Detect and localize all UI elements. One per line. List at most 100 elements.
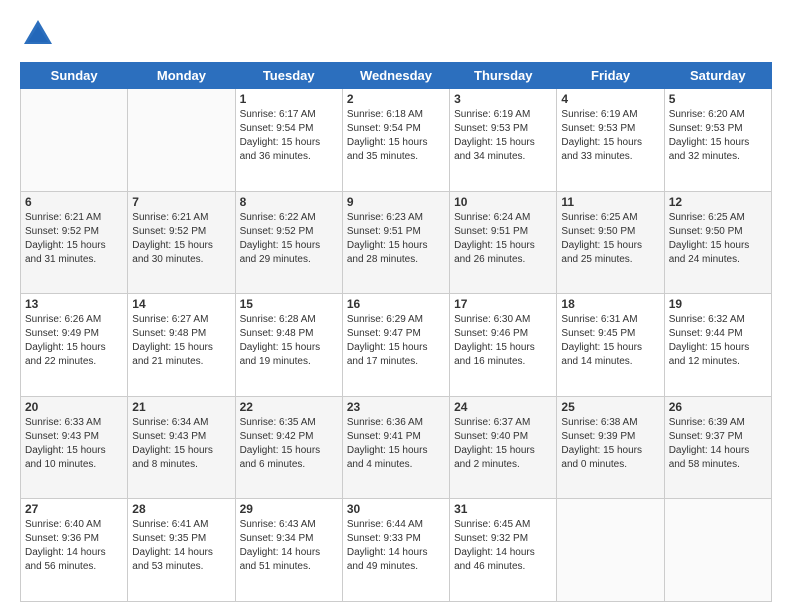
page: SundayMondayTuesdayWednesdayThursdayFrid… — [0, 0, 792, 612]
weekday-monday: Monday — [128, 63, 235, 89]
calendar-cell: 2 Sunrise: 6:18 AM Sunset: 9:54 PM Daylig… — [342, 89, 449, 192]
calendar-cell: 4 Sunrise: 6:19 AM Sunset: 9:53 PM Daylig… — [557, 89, 664, 192]
calendar-cell: 22 Sunrise: 6:35 AM Sunset: 9:42 PM Dayli… — [235, 396, 342, 499]
day-number: 5 — [669, 92, 767, 106]
day-info: Sunrise: 6:21 AM Sunset: 9:52 PM Dayligh… — [25, 211, 123, 267]
calendar-cell: 21 Sunrise: 6:34 AM Sunset: 9:43 PM Dayli… — [128, 396, 235, 499]
calendar-cell — [128, 89, 235, 192]
day-info: Sunrise: 6:24 AM Sunset: 9:51 PM Dayligh… — [454, 211, 552, 267]
calendar-cell: 16 Sunrise: 6:29 AM Sunset: 9:47 PM Dayli… — [342, 294, 449, 397]
calendar-cell: 14Sunrise: 6:27 AM Sunset: 9:48 PM Dayli… — [128, 294, 235, 397]
day-number: 2 — [347, 92, 445, 106]
calendar-week-1: 1 Sunrise: 6:17 AM Sunset: 9:54 PM Daylig… — [21, 89, 772, 192]
calendar-cell — [557, 499, 664, 602]
day-info: Sunrise: 6:32 AM Sunset: 9:44 PM Dayligh… — [669, 313, 767, 369]
day-info: Sunrise: 6:40 AM Sunset: 9:36 PM Dayligh… — [25, 518, 123, 574]
weekday-sunday: Sunday — [21, 63, 128, 89]
calendar-cell: 29 Sunrise: 6:43 AM Sunset: 9:34 PM Dayli… — [235, 499, 342, 602]
day-number: 31 — [454, 502, 552, 516]
calendar-cell: 3 Sunrise: 6:19 AM Sunset: 9:53 PM Daylig… — [450, 89, 557, 192]
day-info: Sunrise: 6:33 AM Sunset: 9:43 PM Dayligh… — [25, 416, 123, 472]
day-info: Sunrise: 6:38 AM Sunset: 9:39 PM Dayligh… — [561, 416, 659, 472]
day-info: Sunrise: 6:22 AM Sunset: 9:52 PM Dayligh… — [240, 211, 338, 267]
calendar-cell: 30 Sunrise: 6:44 AM Sunset: 9:33 PM Dayli… — [342, 499, 449, 602]
weekday-friday: Friday — [557, 63, 664, 89]
day-info: Sunrise: 6:19 AM Sunset: 9:53 PM Dayligh… — [454, 108, 552, 164]
day-info: Sunrise: 6:25 AM Sunset: 9:50 PM Dayligh… — [561, 211, 659, 267]
weekday-thursday: Thursday — [450, 63, 557, 89]
logo-icon — [20, 16, 56, 52]
weekday-tuesday: Tuesday — [235, 63, 342, 89]
day-number: 30 — [347, 502, 445, 516]
calendar-cell: 24 Sunrise: 6:37 AM Sunset: 9:40 PM Dayli… — [450, 396, 557, 499]
day-info: Sunrise: 6:41 AM Sunset: 9:35 PM Dayligh… — [132, 518, 230, 574]
day-number: 15 — [240, 297, 338, 311]
weekday-saturday: Saturday — [664, 63, 771, 89]
day-number: 22 — [240, 400, 338, 414]
weekday-header-row: SundayMondayTuesdayWednesdayThursdayFrid… — [21, 63, 772, 89]
calendar-cell: 27 Sunrise: 6:40 AM Sunset: 9:36 PM Dayli… — [21, 499, 128, 602]
day-info: Sunrise: 6:44 AM Sunset: 9:33 PM Dayligh… — [347, 518, 445, 574]
day-number: 1 — [240, 92, 338, 106]
day-info: Sunrise: 6:34 AM Sunset: 9:43 PM Dayligh… — [132, 416, 230, 472]
calendar-cell: 9 Sunrise: 6:23 AM Sunset: 9:51 PM Daylig… — [342, 191, 449, 294]
day-info: Sunrise: 6:26 AM Sunset: 9:49 PM Dayligh… — [25, 313, 123, 369]
day-number: 28 — [132, 502, 230, 516]
day-number: 6 — [25, 195, 123, 209]
calendar-cell: 26 Sunrise: 6:39 AM Sunset: 9:37 PM Dayli… — [664, 396, 771, 499]
day-number: 7 — [132, 195, 230, 209]
day-info: Sunrise: 6:30 AM Sunset: 9:46 PM Dayligh… — [454, 313, 552, 369]
calendar-cell: 31 Sunrise: 6:45 AM Sunset: 9:32 PM Dayli… — [450, 499, 557, 602]
calendar-cell: 28 Sunrise: 6:41 AM Sunset: 9:35 PM Dayli… — [128, 499, 235, 602]
day-info: Sunrise: 6:35 AM Sunset: 9:42 PM Dayligh… — [240, 416, 338, 472]
day-info: Sunrise: 6:19 AM Sunset: 9:53 PM Dayligh… — [561, 108, 659, 164]
day-number: 8 — [240, 195, 338, 209]
day-number: 16 — [347, 297, 445, 311]
day-info: Sunrise: 6:45 AM Sunset: 9:32 PM Dayligh… — [454, 518, 552, 574]
day-info: Sunrise: 6:28 AM Sunset: 9:48 PM Dayligh… — [240, 313, 338, 369]
day-number: 29 — [240, 502, 338, 516]
day-number: 26 — [669, 400, 767, 414]
day-number: 27 — [25, 502, 123, 516]
day-number: 11 — [561, 195, 659, 209]
day-number: 21 — [132, 400, 230, 414]
calendar-cell: 23Sunrise: 6:36 AM Sunset: 9:41 PM Dayli… — [342, 396, 449, 499]
day-number: 20 — [25, 400, 123, 414]
calendar-cell — [21, 89, 128, 192]
day-number: 3 — [454, 92, 552, 106]
day-info: Sunrise: 6:25 AM Sunset: 9:50 PM Dayligh… — [669, 211, 767, 267]
day-info: Sunrise: 6:23 AM Sunset: 9:51 PM Dayligh… — [347, 211, 445, 267]
calendar-table: SundayMondayTuesdayWednesdayThursdayFrid… — [20, 62, 772, 602]
weekday-wednesday: Wednesday — [342, 63, 449, 89]
day-number: 24 — [454, 400, 552, 414]
day-info: Sunrise: 6:20 AM Sunset: 9:53 PM Dayligh… — [669, 108, 767, 164]
calendar-cell: 25 Sunrise: 6:38 AM Sunset: 9:39 PM Dayli… — [557, 396, 664, 499]
day-info: Sunrise: 6:17 AM Sunset: 9:54 PM Dayligh… — [240, 108, 338, 164]
calendar-cell: 13Sunrise: 6:26 AM Sunset: 9:49 PM Dayli… — [21, 294, 128, 397]
calendar-cell: 20 Sunrise: 6:33 AM Sunset: 9:43 PM Dayli… — [21, 396, 128, 499]
day-info: Sunrise: 6:27 AM Sunset: 9:48 PM Dayligh… — [132, 313, 230, 369]
day-number: 4 — [561, 92, 659, 106]
day-number: 25 — [561, 400, 659, 414]
day-info: Sunrise: 6:31 AM Sunset: 9:45 PM Dayligh… — [561, 313, 659, 369]
day-number: 9 — [347, 195, 445, 209]
day-info: Sunrise: 6:21 AM Sunset: 9:52 PM Dayligh… — [132, 211, 230, 267]
calendar-cell: 1 Sunrise: 6:17 AM Sunset: 9:54 PM Daylig… — [235, 89, 342, 192]
calendar-cell: 18 Sunrise: 6:31 AM Sunset: 9:45 PM Dayli… — [557, 294, 664, 397]
day-info: Sunrise: 6:18 AM Sunset: 9:54 PM Dayligh… — [347, 108, 445, 164]
day-info: Sunrise: 6:37 AM Sunset: 9:40 PM Dayligh… — [454, 416, 552, 472]
header — [20, 16, 772, 52]
day-info: Sunrise: 6:39 AM Sunset: 9:37 PM Dayligh… — [669, 416, 767, 472]
day-number: 18 — [561, 297, 659, 311]
calendar-cell: 11 Sunrise: 6:25 AM Sunset: 9:50 PM Dayli… — [557, 191, 664, 294]
calendar-cell: 19Sunrise: 6:32 AM Sunset: 9:44 PM Dayli… — [664, 294, 771, 397]
day-info: Sunrise: 6:43 AM Sunset: 9:34 PM Dayligh… — [240, 518, 338, 574]
day-info: Sunrise: 6:29 AM Sunset: 9:47 PM Dayligh… — [347, 313, 445, 369]
calendar-cell: 7 Sunrise: 6:21 AM Sunset: 9:52 PM Daylig… — [128, 191, 235, 294]
calendar-cell: 17 Sunrise: 6:30 AM Sunset: 9:46 PM Dayli… — [450, 294, 557, 397]
day-number: 17 — [454, 297, 552, 311]
calendar-cell: 10 Sunrise: 6:24 AM Sunset: 9:51 PM Dayli… — [450, 191, 557, 294]
calendar-cell: 8 Sunrise: 6:22 AM Sunset: 9:52 PM Daylig… — [235, 191, 342, 294]
day-number: 10 — [454, 195, 552, 209]
calendar-cell: 15 Sunrise: 6:28 AM Sunset: 9:48 PM Dayli… — [235, 294, 342, 397]
